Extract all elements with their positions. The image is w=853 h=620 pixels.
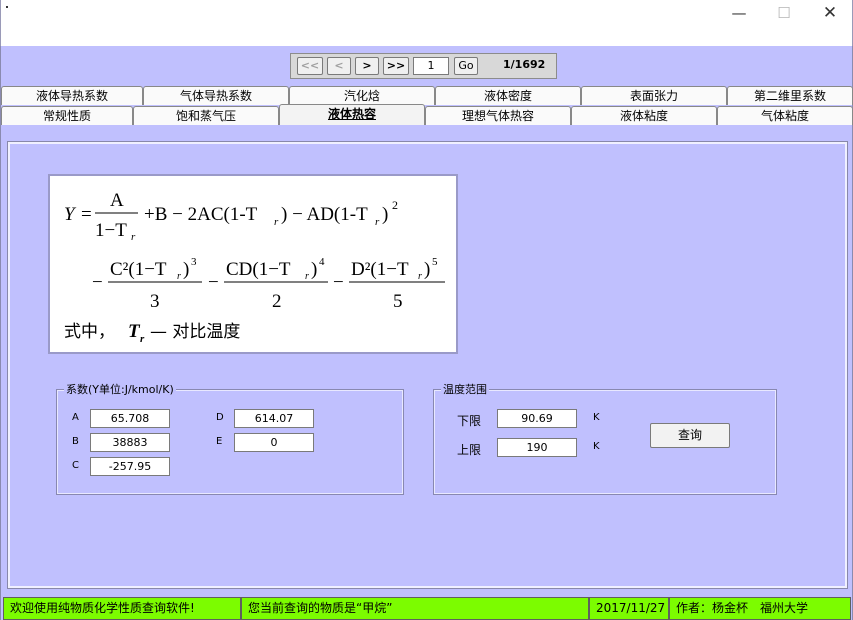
svg-text:5: 5 [393, 291, 403, 312]
svg-text:−: − [92, 272, 103, 293]
svg-text:=: = [81, 204, 92, 225]
page-number-input[interactable]: 1 [413, 57, 449, 75]
formula-note-prefix: 式中， [64, 322, 115, 342]
coef-d-label: D [216, 412, 224, 423]
coef-b-label: B [72, 436, 79, 447]
svg-text:r: r [131, 231, 136, 243]
svg-text:3: 3 [150, 291, 160, 312]
svg-text:): ) [424, 259, 430, 280]
upper-limit-label: 上限 [457, 443, 482, 457]
svg-text:r: r [274, 216, 279, 228]
lower-limit-label: 下限 [457, 414, 482, 428]
coef-a-field[interactable]: 65.708 [90, 409, 170, 428]
lower-limit-field[interactable]: 90.69 [497, 409, 577, 428]
svg-text:r: r [305, 271, 309, 282]
svg-text:): ) [183, 259, 189, 280]
coef-a-label: A [72, 412, 79, 423]
next-page-button[interactable]: > [355, 57, 379, 75]
tab-liquid-viscosity[interactable]: 液体粘度 [571, 106, 717, 125]
main-client: << < > >> 1 Go 1/1692 液体导热系数 气体导热系数 汽化焓 … [0, 46, 853, 620]
svg-text:4: 4 [319, 256, 325, 268]
coef-c-label: C [72, 460, 79, 471]
first-page-button[interactable]: << [297, 57, 323, 75]
coef-d-field[interactable]: 614.07 [234, 409, 314, 428]
title-bar: — ☐ ✕ [0, 0, 853, 46]
query-button[interactable]: 查询 [650, 423, 730, 448]
svg-text:−: − [333, 272, 344, 293]
tab-general-properties[interactable]: 常规性质 [1, 106, 133, 125]
svg-text:2: 2 [272, 291, 282, 312]
tab-liquid-density[interactable]: 液体密度 [435, 86, 581, 105]
tab-liquid-heat-capacity[interactable]: 液体热容 [279, 104, 425, 125]
formula-note-text: — 对比温度 [150, 322, 240, 342]
svg-text:5: 5 [432, 256, 438, 268]
tab-ideal-gas-heat-capacity[interactable]: 理想气体热容 [425, 106, 571, 125]
tab-gas-viscosity[interactable]: 气体粘度 [717, 106, 853, 125]
lower-unit-label: K [593, 412, 600, 423]
app-icon [6, 6, 8, 8]
svg-text:r: r [418, 271, 422, 282]
maximize-button[interactable]: ☐ [761, 3, 807, 25]
coef-e-label: E [216, 436, 223, 447]
coefficients-legend: 系数(Y单位:J/kmol/K) [64, 383, 176, 397]
status-bar: 欢迎使用纯物质化学性质查询软件! 您当前查询的物质是“甲烷” 2017/11/2… [1, 597, 853, 620]
formula-box: Y = A 1−T r +B − 2AC(1-T r ) − AD(1-T r … [48, 174, 458, 354]
svg-text:r: r [177, 271, 181, 282]
formula-l2-t2-num: CD(1−T [226, 259, 291, 280]
coef-b-field[interactable]: 38883 [90, 433, 170, 452]
status-author: 作者：杨金杯 福州大学 [669, 597, 851, 620]
formula-l1-num: A [110, 190, 124, 211]
formula-l2-t1-num: C²(1−T [110, 259, 167, 280]
last-page-button[interactable]: >> [383, 57, 409, 75]
tab-gas-thermal-conductivity[interactable]: 气体导热系数 [143, 86, 289, 105]
temperature-range-group: 温度范围 下限 90.69 K 上限 190 K 查询 [433, 383, 777, 495]
upper-unit-label: K [593, 441, 600, 452]
svg-text:r: r [375, 216, 380, 228]
minimize-button[interactable]: — [716, 3, 762, 25]
svg-text:r: r [140, 333, 145, 345]
close-button[interactable]: ✕ [807, 3, 853, 25]
formula-l1-den: 1−T [95, 220, 127, 241]
coefficients-group: 系数(Y单位:J/kmol/K) A 65.708 B 38883 C -257… [56, 383, 404, 495]
record-navigator: << < > >> 1 Go 1/1692 [290, 53, 557, 79]
upper-limit-field[interactable]: 190 [497, 438, 577, 457]
status-current-substance: 您当前查询的物质是“甲烷” [241, 597, 589, 620]
tab-surface-tension[interactable]: 表面张力 [581, 86, 727, 105]
svg-text:): ) [382, 204, 388, 225]
formula-l1-mid: ) − AD(1-T [281, 204, 368, 225]
coef-e-field[interactable]: 0 [234, 433, 314, 452]
svg-text:): ) [311, 259, 317, 280]
prev-page-button[interactable]: < [327, 57, 351, 75]
tab-second-virial[interactable]: 第二维里系数 [727, 86, 853, 105]
svg-text:−: − [208, 272, 219, 293]
tab-vaporization-enthalpy[interactable]: 汽化焓 [289, 86, 435, 105]
svg-text:2: 2 [392, 198, 398, 212]
formula-l1-rest: +B − 2AC(1-T [144, 204, 258, 225]
tab-saturated-vapor-pressure[interactable]: 饱和蒸气压 [133, 106, 279, 125]
status-welcome: 欢迎使用纯物质化学性质查询软件! [3, 597, 241, 620]
go-button[interactable]: Go [454, 57, 478, 75]
formula-lhs: Y [64, 204, 77, 225]
coef-c-field[interactable]: -257.95 [90, 457, 170, 476]
page-info: 1/1692 [503, 58, 546, 71]
svg-text:3: 3 [191, 256, 197, 268]
tab-content-panel: Y = A 1−T r +B − 2AC(1-T r ) − AD(1-T r … [7, 141, 848, 589]
status-date: 2017/11/27 [589, 597, 669, 620]
tab-liquid-thermal-conductivity[interactable]: 液体导热系数 [1, 86, 143, 105]
formula-l2-t3-num: D²(1−T [351, 259, 409, 280]
temperature-legend: 温度范围 [441, 383, 489, 397]
